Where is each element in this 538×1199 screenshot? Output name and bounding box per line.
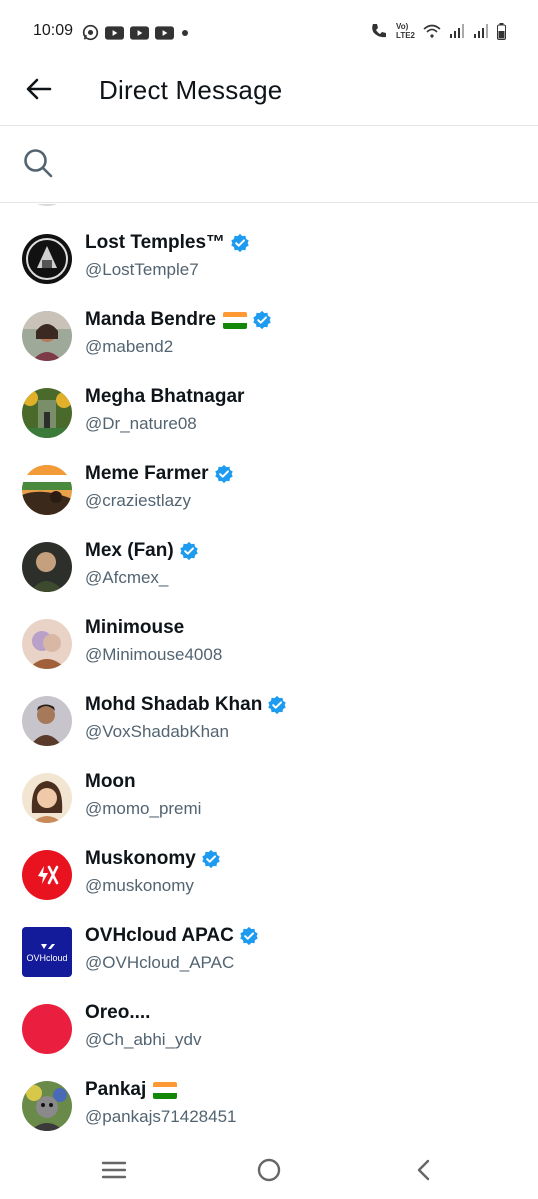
- contact-handle: @Afcmex_: [85, 568, 169, 587]
- avatar: [22, 465, 72, 515]
- list-item[interactable]: Oreo.... @Ch_abhi_ydv: [0, 1000, 538, 1076]
- ovhcloud-logo-text: OVHcloud: [26, 953, 67, 963]
- list-item[interactable]: Moon @momo_premi: [0, 769, 538, 845]
- home-button[interactable]: [251, 1154, 287, 1186]
- youtube-icon: [130, 25, 149, 40]
- verified-badge-icon: [179, 541, 198, 561]
- list-item[interactable]: Manda Bendre @mabend2: [0, 307, 538, 383]
- contact-list: Lost Temples™ @LostTemple7 Manda Bendre …: [0, 204, 538, 1139]
- list-item[interactable]: Pankaj @pankajs71428451: [0, 1077, 538, 1139]
- contact-handle: @Dr_nature08: [85, 414, 197, 433]
- contact-name: Meme Farmer: [85, 463, 209, 484]
- contact-handle: @muskonomy: [85, 876, 194, 895]
- contact-handle: @Minimouse4008: [85, 645, 223, 664]
- list-item[interactable]: Meme Farmer @craziestlazy: [0, 461, 538, 537]
- network-label-bottom: LTE2: [396, 31, 415, 40]
- contact-name: Oreo....: [85, 1002, 151, 1023]
- search-bar: [0, 127, 538, 203]
- avatar: [22, 388, 72, 438]
- contact-handle: @VoxShadabKhan: [85, 722, 229, 741]
- volte-call-icon: [372, 24, 387, 38]
- contact-name: Megha Bhatnagar: [85, 386, 245, 407]
- avatar: OVHcloud: [22, 927, 72, 977]
- youtube-icon: [105, 25, 124, 40]
- search-icon: [24, 149, 53, 178]
- back-button[interactable]: [22, 72, 56, 106]
- list-item[interactable]: OVHcloud OVHcloud APAC @OVHcloud_APAC: [0, 923, 538, 999]
- india-flag-icon: [222, 311, 247, 329]
- contact-name: Mex (Fan): [85, 540, 174, 561]
- verified-badge-icon: [231, 233, 249, 253]
- avatar: [22, 542, 72, 592]
- verified-badge-icon: [202, 849, 220, 869]
- status-time: 10:09: [33, 22, 74, 39]
- contact-name: Manda Bendre: [85, 309, 216, 330]
- network-label-top: Vo): [396, 22, 409, 31]
- contact-name: Mohd Shadab Khan: [85, 694, 263, 715]
- verified-badge-icon: [214, 464, 233, 484]
- avatar: [22, 619, 72, 669]
- contact-handle: @momo_premi: [85, 799, 202, 818]
- whatsapp-icon: [82, 24, 99, 41]
- india-flag-icon: [153, 1081, 178, 1099]
- list-item[interactable]: Mex (Fan) @Afcmex_: [0, 538, 538, 614]
- contact-name: Minimouse: [85, 617, 185, 638]
- system-nav-bar: [0, 1140, 538, 1199]
- contact-handle: @pankajs71428451: [85, 1107, 237, 1126]
- contact-handle: @mabend2: [85, 337, 174, 356]
- avatar: [22, 1081, 72, 1131]
- list-item[interactable]: Muskonomy @muskonomy: [0, 846, 538, 922]
- avatar: [22, 311, 72, 361]
- battery-icon: [497, 22, 506, 40]
- avatar: [22, 204, 72, 206]
- signal-icon: [450, 24, 464, 38]
- contact-name: Pankaj: [85, 1079, 147, 1100]
- page-title: Direct Message: [99, 75, 283, 105]
- list-item[interactable]: Lost Temples™ @LostTemple7: [0, 230, 538, 306]
- recent-apps-button[interactable]: [96, 1154, 132, 1186]
- contact-name: Lost Temples™: [85, 232, 226, 253]
- avatar: [22, 1004, 72, 1054]
- home-circle-icon: [257, 1158, 281, 1182]
- search-input[interactable]: [70, 145, 510, 181]
- avatar: [22, 234, 72, 284]
- back-chevron-icon: [417, 1159, 430, 1181]
- arrow-left-icon: [26, 78, 52, 100]
- signal-icon: [474, 24, 488, 38]
- wifi-icon: [423, 24, 441, 38]
- avatar: [22, 850, 72, 900]
- status-bar: 10:09 Vo) LTE2: [0, 0, 538, 60]
- verified-badge-icon: [240, 926, 258, 946]
- list-item[interactable]: Minimouse @Minimouse4008: [0, 615, 538, 691]
- verified-badge-icon: [253, 310, 271, 330]
- dot-icon: [182, 29, 188, 36]
- contact-handle: @OVHcloud_APAC: [85, 953, 235, 972]
- contact-name: Muskonomy: [85, 848, 196, 869]
- list-item[interactable]: Megha Bhatnagar @Dr_nature08: [0, 384, 538, 460]
- verified-badge-icon: [268, 695, 287, 715]
- avatar: [22, 773, 72, 823]
- menu-icon: [101, 1161, 127, 1179]
- contact-name: Moon: [85, 771, 136, 792]
- contact-handle: @craziestlazy: [85, 491, 192, 510]
- contact-name: OVHcloud APAC: [85, 925, 234, 946]
- system-back-button[interactable]: [406, 1154, 442, 1186]
- youtube-icon: [155, 25, 174, 40]
- avatar: [22, 696, 72, 746]
- contact-handle: @LostTemple7: [85, 260, 199, 279]
- list-item[interactable]: Mohd Shadab Khan @VoxShadabKhan: [0, 692, 538, 768]
- app-bar: Direct Message: [0, 60, 538, 126]
- contact-handle: @Ch_abhi_ydv: [85, 1030, 202, 1049]
